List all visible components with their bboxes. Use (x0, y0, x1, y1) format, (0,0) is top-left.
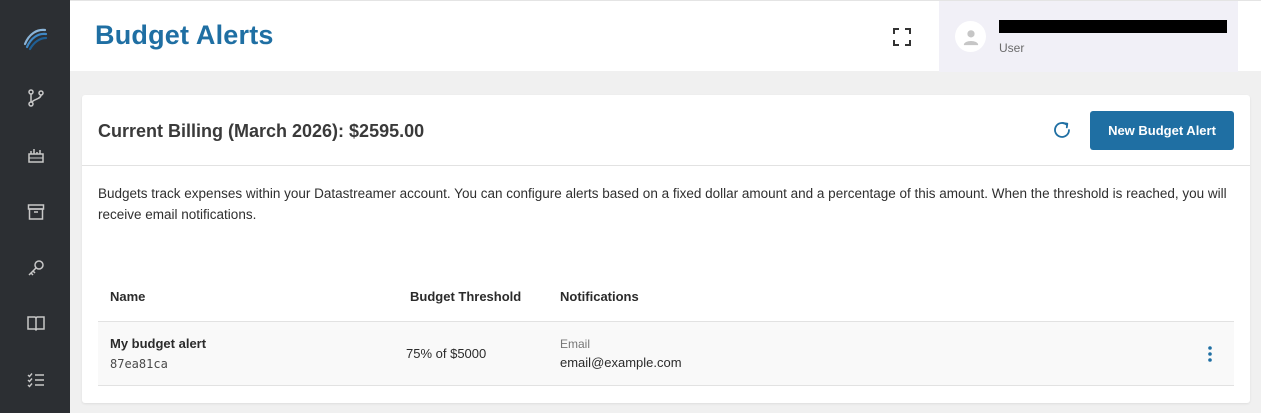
top-header: Budget Alerts User (70, 0, 1261, 72)
sidebar (0, 0, 70, 413)
archive-box-icon[interactable] (24, 200, 48, 224)
analytics-chart-icon[interactable] (24, 143, 48, 167)
checklist-icon[interactable] (24, 368, 48, 392)
column-header-threshold: Budget Threshold (410, 289, 522, 304)
notification-email: email@example.com (560, 355, 682, 370)
user-avatar-icon (955, 21, 986, 52)
column-header-notifications: Notifications (560, 289, 639, 304)
current-billing-title: Current Billing (March 2026): $2595.00 (98, 121, 425, 141)
page-title: Budget Alerts (95, 20, 274, 50)
alert-id: 87ea81ca (110, 357, 168, 371)
key-icon[interactable] (24, 256, 48, 280)
fullscreen-icon[interactable] (892, 27, 912, 47)
card-header: Current Billing (March 2026): $2595.00 N… (82, 95, 1250, 166)
refresh-icon[interactable] (1051, 119, 1073, 141)
pipeline-branch-icon[interactable] (24, 86, 48, 110)
user-menu[interactable]: User (939, 1, 1238, 72)
alert-threshold: 75% of $5000 (406, 346, 487, 361)
table-row[interactable]: My budget alert 87ea81ca 75% of $5000 Em… (98, 322, 1234, 386)
column-header-name: Name (110, 289, 146, 304)
budget-description: Budgets track expenses within your Datas… (98, 186, 1227, 222)
notification-type: Email (560, 337, 591, 351)
alert-name: My budget alert (110, 336, 207, 351)
new-budget-alert-button[interactable]: New Budget Alert (1090, 111, 1234, 150)
user-email-redacted (999, 20, 1227, 33)
book-icon[interactable] (24, 311, 48, 335)
more-options-icon[interactable] (1198, 342, 1222, 366)
user-role: User (999, 41, 1025, 55)
table-header: Name Budget Threshold Notifications (98, 281, 1234, 322)
budget-alerts-card: Current Billing (March 2026): $2595.00 N… (82, 95, 1250, 403)
datastreamer-logo-icon[interactable] (21, 24, 49, 52)
